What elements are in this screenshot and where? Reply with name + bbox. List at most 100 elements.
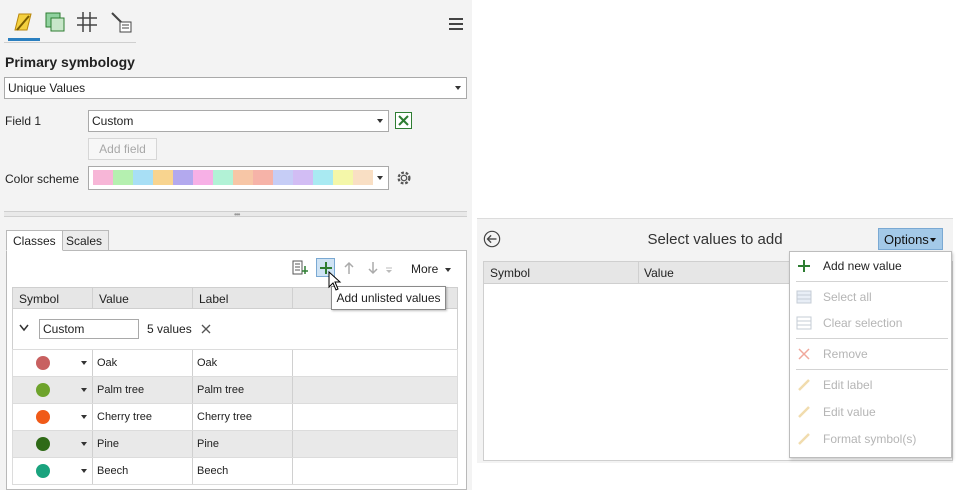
menu-item-add-new-value[interactable]: Add new value (790, 255, 951, 277)
menu-item-edit-value[interactable]: Edit value (790, 401, 951, 423)
close-icon[interactable] (201, 324, 211, 334)
sql-expression-icon[interactable] (395, 112, 412, 129)
color-swatch (213, 170, 233, 185)
value-cell[interactable]: Beech (97, 465, 128, 477)
menu-item-label: Edit label (823, 378, 873, 392)
more-label: More (411, 262, 439, 276)
color-swatch (233, 170, 253, 185)
classes-table: Symbol Value Label Custom 5 values Oak Oa… (12, 287, 458, 485)
menu-item-format-symbol-s[interactable]: Format symbol(s) (790, 428, 951, 450)
brush-list-icon (111, 12, 132, 33)
add-all-values-icon (292, 260, 308, 275)
label-cell[interactable]: Cherry tree (197, 411, 252, 423)
color-swatch (353, 170, 373, 185)
value-cell[interactable]: Cherry tree (97, 411, 152, 423)
label-cell[interactable]: Oak (197, 357, 217, 369)
group-count: 5 values (147, 322, 192, 336)
color-scheme-dropdown[interactable] (88, 166, 389, 190)
column-header-label[interactable]: Label (199, 292, 228, 306)
value-cell[interactable]: Oak (97, 357, 117, 369)
menu-item-remove[interactable]: Remove (790, 343, 951, 365)
options-label: Options (884, 231, 929, 247)
paintbrush-icon (14, 13, 32, 31)
section-title: Primary symbology (5, 54, 135, 70)
menu-item-label: Format symbol(s) (823, 432, 917, 446)
column-header-symbol[interactable]: Symbol (19, 292, 59, 306)
chevron-down-icon (377, 176, 383, 180)
chevron-down-icon[interactable] (81, 388, 87, 392)
label-cell[interactable]: Beech (197, 465, 228, 477)
color-swatch (313, 170, 333, 185)
color-swatch (173, 170, 193, 185)
remove-icon (796, 346, 812, 362)
options-button[interactable]: Options (878, 228, 943, 250)
label-cell[interactable]: Pine (197, 438, 219, 450)
menu-item-select-all[interactable]: Select all (790, 286, 951, 308)
table-row[interactable]: Oak Oak (12, 350, 458, 377)
add-all-values-button[interactable] (292, 260, 308, 276)
primary-symbology-tab[interactable] (10, 8, 36, 36)
chevron-down-icon (930, 238, 936, 242)
chevron-down-icon[interactable] (81, 415, 87, 419)
table-row[interactable]: Pine Pine (12, 431, 458, 458)
column-header-symbol[interactable]: Symbol (490, 266, 530, 280)
menu-item-label: Remove (823, 347, 868, 361)
labels-tab[interactable] (74, 8, 100, 36)
tab-classes[interactable]: Classes (6, 230, 63, 251)
chevron-down-icon (377, 119, 383, 123)
table-row[interactable]: Beech Beech (12, 458, 458, 485)
vary-symbology-tab[interactable] (42, 8, 68, 36)
table-row[interactable]: Palm tree Palm tree (12, 377, 458, 404)
color-swatch (273, 170, 293, 185)
menu-separator (796, 281, 948, 282)
chevron-down-icon[interactable] (81, 442, 87, 446)
color-swatch (93, 170, 113, 185)
symbol-swatch[interactable] (36, 410, 50, 424)
menu-item-label: Clear selection (823, 316, 903, 330)
menu-separator (796, 369, 948, 370)
grid-icon (77, 12, 97, 32)
gear-icon[interactable] (395, 169, 413, 187)
field1-label: Field 1 (5, 114, 42, 128)
symbology-method-value: Unique Values (8, 81, 86, 95)
pencil-icon (796, 377, 812, 393)
add-field-button[interactable]: Add field (88, 138, 157, 160)
chevron-down-icon (455, 86, 461, 90)
group-heading-input[interactable]: Custom (39, 319, 139, 339)
column-header-value[interactable]: Value (644, 266, 674, 280)
move-down-button[interactable] (365, 260, 381, 276)
column-header-value[interactable]: Value (99, 292, 129, 306)
layers-icon (45, 12, 65, 32)
menu-item-clear-selection[interactable]: Clear selection (790, 312, 951, 334)
symbology-pane: Primary symbology Unique Values Field 1 … (0, 0, 472, 490)
value-cell[interactable]: Pine (97, 438, 119, 450)
move-up-button[interactable] (341, 260, 357, 276)
label-cell[interactable]: Palm tree (197, 384, 244, 396)
symbol-swatch[interactable] (36, 464, 50, 478)
field1-dropdown[interactable]: Custom (88, 110, 389, 132)
menu-icon[interactable] (449, 18, 463, 32)
options-menu: Add new value Select all Clear selection Re… (789, 251, 952, 458)
chevron-down-icon[interactable] (81, 361, 87, 365)
color-scheme-label: Color scheme (5, 172, 80, 186)
symbology-method-dropdown[interactable]: Unique Values (4, 77, 467, 99)
color-swatch (333, 170, 353, 185)
more-menu[interactable]: More (411, 262, 452, 276)
tab-scales[interactable]: Scales (59, 230, 110, 251)
symbol-swatch[interactable] (36, 437, 50, 451)
move-menu-button[interactable] (383, 260, 395, 276)
menu-item-edit-label[interactable]: Edit label (790, 374, 951, 396)
arrow-up-icon (344, 261, 354, 274)
symbol-swatch[interactable] (36, 356, 50, 370)
field1-value: Custom (92, 114, 134, 128)
color-swatch (153, 170, 173, 185)
menu-item-label: Select all (823, 290, 872, 304)
table-row[interactable]: Cherry tree Cherry tree (12, 404, 458, 431)
symbol-swatch[interactable] (36, 383, 50, 397)
chevron-down-icon[interactable] (81, 469, 87, 473)
arrow-down-icon (368, 262, 378, 275)
chevron-down-icon[interactable] (19, 324, 29, 332)
settings-tab[interactable] (108, 8, 134, 36)
value-cell[interactable]: Palm tree (97, 384, 144, 396)
pane-splitter[interactable]: ••• (4, 211, 467, 219)
